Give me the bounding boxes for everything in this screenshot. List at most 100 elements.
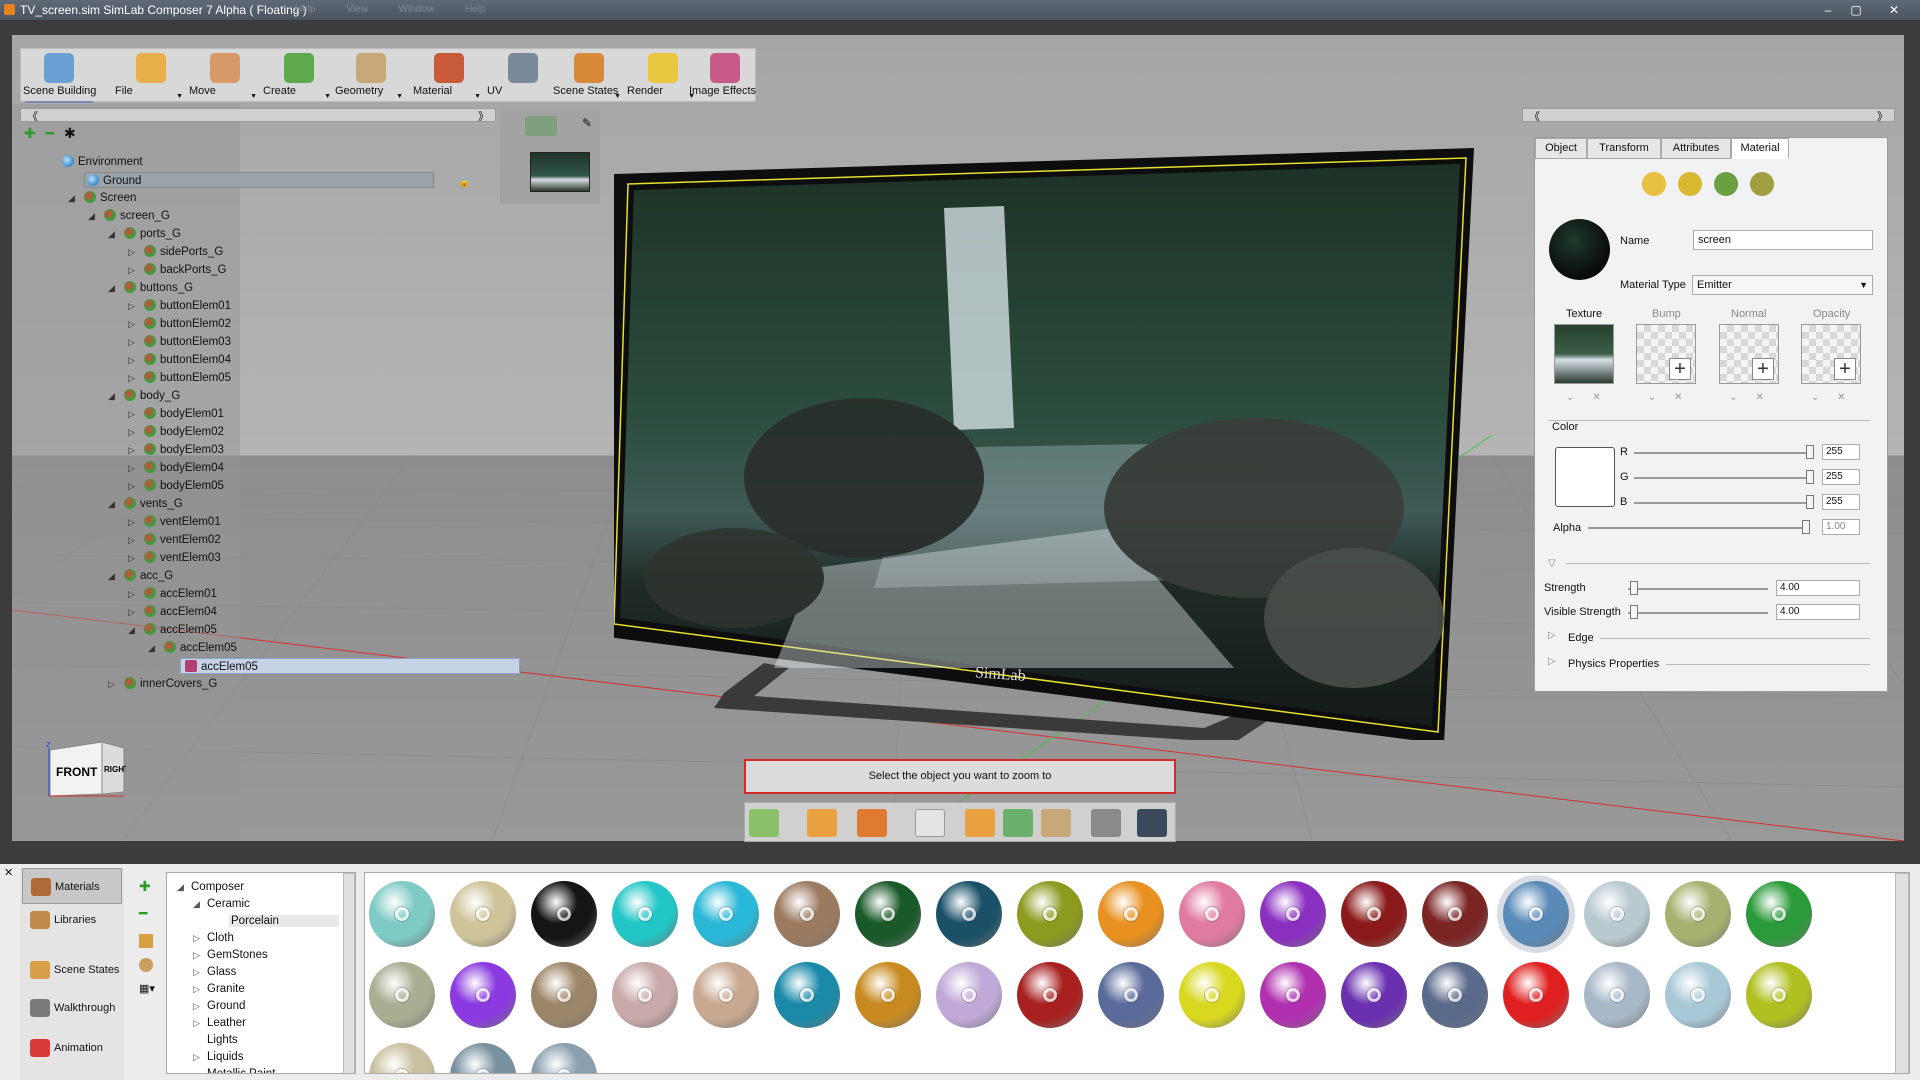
menu-item[interactable]: Window [399, 4, 435, 15]
expand-arrow-icon[interactable]: ▷ [128, 478, 135, 494]
category-item[interactable]: Lights [207, 1034, 238, 1046]
tree-node[interactable]: ▷ bodyElem02 [128, 424, 224, 440]
maximize-button[interactable]: ▢ [1842, 0, 1870, 20]
tv-model[interactable] [614, 148, 1474, 740]
expand-arrow-icon[interactable]: ◢ [193, 899, 200, 910]
expand-arrow-icon[interactable]: ▷ [128, 586, 135, 602]
tab-attributes[interactable]: Attributes [1661, 138, 1731, 159]
tree-node[interactable]: Ground [84, 172, 434, 188]
material-swatch[interactable] [1665, 962, 1731, 1028]
toolbar-button-file[interactable]: File ▼ [115, 49, 187, 103]
lock-icon[interactable]: 🔒 [458, 177, 470, 188]
options-icon[interactable]: ▦▾ [139, 982, 163, 995]
slot-remove-icon[interactable]: ✕ [1592, 392, 1600, 403]
expand-arrow-icon[interactable]: ▷ [128, 298, 135, 314]
view-mode-icon[interactable] [749, 809, 779, 837]
tree-node[interactable]: ▷ buttonElem01 [128, 298, 231, 314]
tree-node[interactable]: ▷ backPorts_G [128, 262, 226, 278]
category-item[interactable]: ▷ GemStones [193, 949, 268, 961]
apply-material-icon[interactable] [1678, 172, 1702, 196]
material-swatch[interactable] [1746, 962, 1812, 1028]
material-swatch[interactable] [1098, 962, 1164, 1028]
collapse-left-icon[interactable]: 《 [1529, 108, 1540, 124]
material-preview[interactable] [1549, 219, 1610, 280]
pick-material-icon[interactable] [1642, 172, 1666, 196]
material-swatch[interactable] [369, 962, 435, 1028]
expand-arrow-icon[interactable]: ▷ [128, 352, 135, 368]
toolbar-button-scene-building[interactable]: Scene Building [23, 49, 96, 103]
material-swatch[interactable] [531, 1043, 597, 1073]
b-slider-handle[interactable] [1806, 495, 1814, 509]
expand-arrow-icon[interactable]: ▷ [128, 514, 135, 530]
expand-arrow-icon[interactable]: ▷ [1548, 656, 1556, 667]
minimize-button[interactable]: – [1814, 0, 1842, 20]
toolbar-button-material[interactable]: Material ▼ [413, 49, 485, 103]
box-icon[interactable] [857, 809, 887, 837]
material-swatch[interactable] [1098, 881, 1164, 947]
tab-material[interactable]: Material [1731, 138, 1789, 159]
toolbar-button-move[interactable]: Move ▼ [189, 49, 261, 103]
tree-node[interactable]: ▷ buttonElem05 [128, 370, 231, 386]
category-scrollbar[interactable] [343, 873, 355, 1073]
material-swatch[interactable] [612, 962, 678, 1028]
tree-node[interactable]: ◢ screen_G [88, 208, 170, 224]
add-icon[interactable]: ✚ [24, 125, 36, 141]
expand-arrow-icon[interactable]: ▷ [128, 532, 135, 548]
expand-arrow-icon[interactable]: ◢ [148, 640, 155, 656]
tree-node[interactable]: accElem05 [180, 658, 520, 674]
bump-slot[interactable]: + [1636, 324, 1696, 384]
library-tab-walkthrough[interactable]: Walkthrough [22, 990, 122, 1026]
tree-node[interactable]: ◢ buttons_G [108, 280, 193, 296]
collapse-arrow-icon[interactable]: ▽ [1548, 558, 1556, 569]
physics-properties-section[interactable]: Physics Properties [1568, 658, 1659, 670]
alpha-slider-handle[interactable] [1802, 520, 1810, 534]
expand-right-icon[interactable]: 》 [478, 108, 489, 124]
tree-node[interactable]: ▷ accElem01 [128, 586, 217, 602]
material-type-select[interactable]: Emitter ▼ [1692, 275, 1873, 295]
category-item[interactable]: Porcelain [229, 915, 339, 927]
toolbar-button-create[interactable]: Create ▼ [263, 49, 335, 103]
g-slider-handle[interactable] [1806, 470, 1814, 484]
tree-node[interactable]: ▷ buttonElem03 [128, 334, 231, 350]
toolbar-button-image-effects[interactable]: Image Effects [689, 49, 761, 103]
material-swatch[interactable] [936, 881, 1002, 947]
material-name-input[interactable]: screen [1693, 230, 1873, 250]
material-swatch[interactable] [936, 962, 1002, 1028]
material-swatch[interactable] [1179, 962, 1245, 1028]
tree-node[interactable]: ◢ accElem05 [148, 640, 237, 656]
expand-arrow-icon[interactable]: ▷ [128, 550, 135, 566]
menu-item[interactable]: Help [295, 4, 316, 15]
r-slider[interactable] [1634, 452, 1814, 454]
material-swatch[interactable] [531, 962, 597, 1028]
tree-node[interactable]: ◢ Screen [68, 190, 136, 206]
material-swatch[interactable] [1017, 881, 1083, 947]
library-tab-scene-states[interactable]: Scene States [22, 952, 122, 988]
expand-arrow-icon[interactable]: ▷ [108, 676, 115, 692]
expand-arrow-icon[interactable]: ▷ [128, 604, 135, 620]
expand-arrow-icon[interactable]: ▷ [1548, 630, 1556, 641]
slot-remove-icon[interactable]: ✕ [1674, 392, 1682, 403]
material-swatch[interactable] [1341, 881, 1407, 947]
tree-node[interactable]: ▷ sidePorts_G [128, 244, 223, 260]
expand-arrow-icon[interactable]: ◢ [108, 280, 115, 296]
material-swatch[interactable] [1746, 881, 1812, 947]
tree-node[interactable]: ▷ innerCovers_G [108, 676, 217, 692]
expand-arrow-icon[interactable]: ▷ [193, 1001, 200, 1012]
refresh-material-icon[interactable] [1750, 172, 1774, 196]
expand-arrow-icon[interactable]: ◢ [108, 226, 115, 242]
material-swatch[interactable] [1260, 962, 1326, 1028]
material-swatch[interactable] [450, 881, 516, 947]
tree-node[interactable]: ▷ buttonElem02 [128, 316, 231, 332]
grid-icon[interactable] [1091, 809, 1121, 837]
material-swatch[interactable] [369, 881, 435, 947]
tree-node[interactable]: Environment [62, 154, 143, 170]
floor-icon[interactable] [807, 809, 837, 837]
library-tab-libraries[interactable]: Libraries [22, 902, 122, 938]
g-input[interactable]: 255 [1822, 469, 1860, 485]
expand-arrow-icon[interactable]: ▷ [128, 334, 135, 350]
slot-menu-icon[interactable]: ⌄ [1648, 392, 1656, 403]
remove-icon[interactable]: ━ [46, 125, 54, 141]
strength-input[interactable]: 4.00 [1776, 580, 1860, 596]
tree-node[interactable]: ◢ ports_G [108, 226, 181, 242]
color-swatch[interactable] [1555, 447, 1615, 507]
